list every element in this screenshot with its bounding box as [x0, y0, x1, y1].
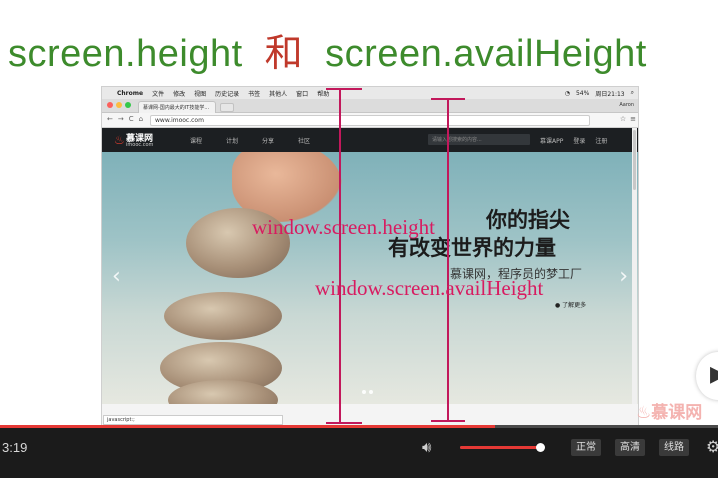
progress-bar[interactable] [0, 425, 718, 428]
site-nav-item: 计划 [226, 138, 239, 145]
avail-height-line [447, 98, 449, 422]
slide-title: screen.height 和 screen.availHeight [8, 22, 647, 77]
app-link: 慕课APP [540, 138, 564, 145]
hero-more-label: 了解更多 [562, 302, 587, 309]
minimize-window-icon [116, 102, 122, 108]
carousel-prev-icon: ‹ [112, 264, 121, 289]
close-window-icon [107, 102, 113, 108]
window-controls [107, 102, 131, 108]
mac-menu-bar: Chrome 文件 修改 视图 历史记录 书签 其他人 窗口 帮助 ◔ 54% … [102, 87, 638, 99]
screen-height-line [339, 88, 341, 424]
annotation-avail-height: window.screen.availHeight [315, 276, 544, 300]
flame-logo-icon: ♨ [114, 133, 125, 147]
home-icon: ⌂ [138, 115, 144, 123]
video-frame: screen.height 和 screen.availHeight Chrome … [0, 0, 718, 478]
scrollbar-thumb [633, 130, 636, 190]
site-nav-item: 分享 [262, 138, 275, 145]
quality-hd-button[interactable]: 高清 [615, 439, 645, 456]
browser-status-bar: javascript:; [103, 415, 283, 425]
screen-height-top-tick [326, 88, 362, 90]
annotation-screen-height: window.screen.height [252, 215, 435, 239]
progress-fill [0, 425, 496, 428]
menu-item: 书签 [248, 90, 261, 98]
flame-watermark-icon: ♨ [636, 403, 652, 423]
site-header: ♨ 慕课网 imooc.com 课程 计划 分享 社区 请输入想搜索的内容...… [102, 128, 638, 152]
wifi-icon: ◔ [564, 89, 570, 97]
logo-domain: imooc.com [126, 142, 154, 148]
avail-height-bottom-tick [431, 420, 465, 422]
browser-toolbar: ← → C ⌂ www.imooc.com ☆ ≡ [102, 113, 638, 128]
address-bar: www.imooc.com [150, 115, 590, 126]
toolbar-icons: ☆ ≡ [620, 115, 636, 123]
gear-icon[interactable]: ⚙ [706, 437, 718, 456]
forward-icon: → [117, 115, 124, 123]
back-icon: ← [107, 115, 113, 123]
speed-normal-button[interactable]: 正常 [571, 439, 601, 456]
menu-icon: ≡ [630, 115, 636, 123]
title-screen-availheight: screen.availHeight [325, 33, 647, 75]
carousel-dot [362, 390, 366, 394]
carousel-next-icon: › [619, 264, 628, 289]
spotlight-icon: ⌕ [630, 89, 634, 96]
hero-more-link: ● 了解更多 [555, 300, 586, 309]
volume-fill [460, 446, 541, 449]
new-tab-button [220, 103, 234, 112]
page-scrollbar [632, 128, 637, 404]
site-nav-item: 社区 [298, 138, 311, 145]
maximize-window-icon [125, 102, 131, 108]
screen-height-bottom-tick [326, 422, 362, 424]
title-separator: 和 [264, 33, 304, 75]
volume-slider[interactable] [460, 443, 546, 452]
site-nav: 课程 计划 分享 社区 [190, 136, 310, 145]
menu-item: 窗口 [296, 90, 309, 98]
clock: 周日21:13 [595, 90, 625, 98]
embedded-screenshot: Chrome 文件 修改 视图 历史记录 书签 其他人 窗口 帮助 ◔ 54% … [101, 86, 639, 426]
watermark-text: 慕课网 [651, 403, 703, 423]
browser-nav-buttons: ← → C ⌂ [107, 115, 143, 123]
title-screen-height: screen.height [8, 33, 243, 75]
browser-tab-bar: 慕课网-国内最大的IT技能学... Aaron [102, 99, 638, 113]
carousel-dots [362, 390, 373, 394]
menu-item: 文件 [152, 90, 165, 98]
current-time: 3:19 [2, 440, 28, 455]
site-search: 请输入想搜索的内容... [428, 134, 530, 145]
reload-icon: C [128, 115, 134, 123]
mac-status-area: ◔ 54% 周日21:13 ⌕ [565, 89, 634, 98]
next-slide-button[interactable]: ▶ [696, 352, 718, 400]
site-user-links: 慕课APP 登录 注册 [540, 136, 607, 145]
carousel-dot [369, 390, 373, 394]
hero-title-line1: 你的指尖 [486, 208, 570, 232]
line-select-button[interactable]: 线路 [659, 439, 689, 456]
watermark-logo: ♨慕课网 [636, 398, 702, 423]
menu-item: 其他人 [269, 90, 288, 98]
browser-profile: Aaron [619, 102, 634, 108]
menu-item: 修改 [173, 90, 186, 98]
site-nav-item: 课程 [190, 138, 203, 145]
menu-item: 历史记录 [215, 90, 240, 98]
video-player-controls: 3:19 🔊︎ 正常 高清 线路 ⚙ [0, 425, 718, 478]
stone-image [164, 292, 282, 340]
play-icon: ▶ [710, 362, 718, 387]
star-icon: ☆ [619, 115, 627, 123]
register-link: 注册 [595, 138, 608, 145]
menu-app-name: Chrome [117, 89, 144, 97]
browser-tab: 慕课网-国内最大的IT技能学... [138, 101, 216, 113]
play-circle-icon: ● [555, 302, 561, 309]
battery-level: 54% [575, 89, 590, 97]
volume-icon[interactable]: 🔊︎ [422, 438, 431, 456]
volume-knob[interactable] [536, 443, 546, 452]
menu-item: 视图 [194, 90, 207, 98]
login-link: 登录 [573, 138, 586, 145]
